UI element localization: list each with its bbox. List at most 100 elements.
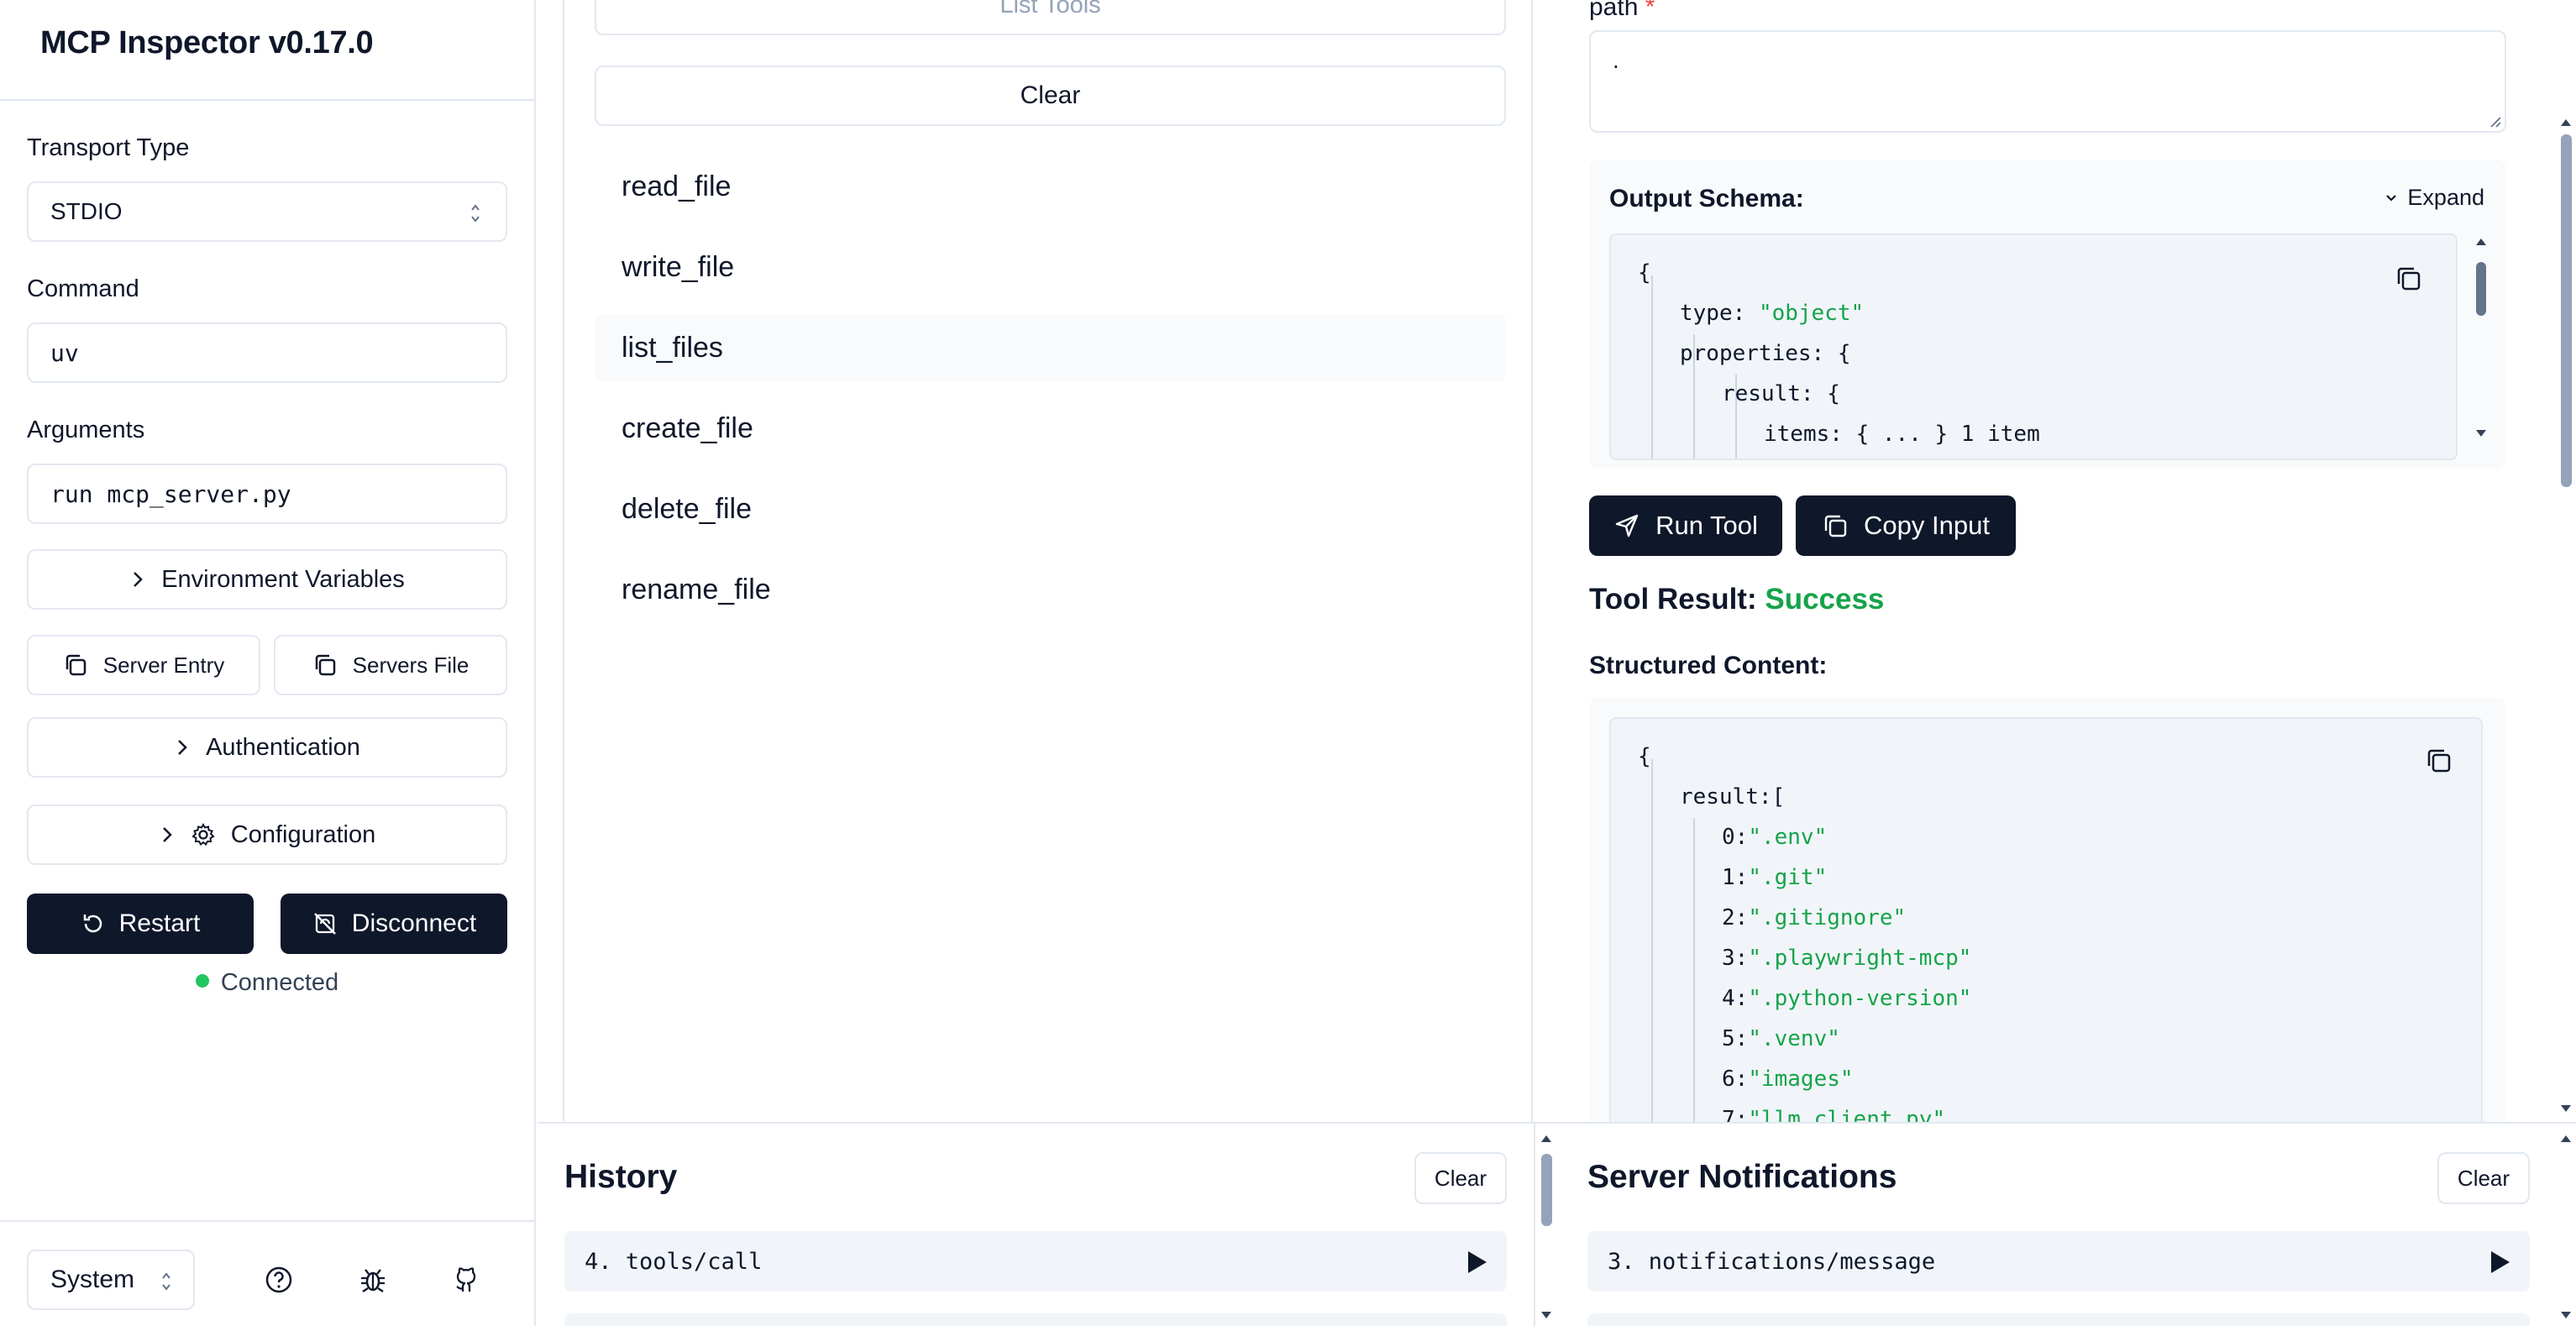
authentication-toggle[interactable]: Authentication (27, 717, 507, 778)
schema-line: { (1638, 260, 1651, 286)
result-line: 0:".env" (1722, 825, 1827, 850)
footer-divider (0, 1220, 534, 1222)
schema-key: properties: (1680, 341, 1825, 366)
result-key: 7: (1722, 1107, 1749, 1122)
result-value: ".env" (1748, 825, 1828, 850)
restart-label: Restart (118, 909, 201, 937)
copy-result-button[interactable] (2422, 744, 2456, 778)
servers-file-button[interactable]: Servers File (274, 635, 507, 695)
disconnect-label: Disconnect (351, 909, 477, 937)
tool-item-delete-file[interactable]: delete_file (595, 475, 1506, 542)
transport-type-select[interactable]: STDIO (27, 181, 507, 242)
chevron-right-icon (162, 827, 172, 842)
app-title: MCP Inspector v0.17.0 (40, 25, 374, 60)
tool-item-read-file[interactable]: read_file (595, 153, 1506, 220)
tool-item-rename-file[interactable]: rename_file (595, 556, 1506, 623)
authentication-label: Authentication (206, 733, 360, 761)
server-entry-button[interactable]: Server Entry (27, 635, 260, 695)
configuration-toggle[interactable]: Configuration (27, 805, 507, 865)
chevron-right-icon (134, 572, 143, 587)
output-schema-section: Output Schema: Expand { type: "object" p… (1589, 160, 2506, 469)
clear-tools-button[interactable]: Clear (595, 66, 1506, 126)
result-line: { (1638, 744, 1651, 769)
result-key: 6: (1722, 1067, 1749, 1092)
structured-content-code: { result:[ 0:".env" 1:".git" 2:".gitigno… (1609, 717, 2483, 1122)
notification-item-partial[interactable] (1587, 1313, 2530, 1326)
expand-button[interactable]: Expand (2384, 185, 2484, 211)
structured-content-section: { result:[ 0:".env" 1:".git" 2:".gitigno… (1589, 697, 2506, 1122)
page-scrollbar[interactable] (2557, 0, 2576, 1122)
servers-file-label: Servers File (352, 652, 470, 678)
disconnect-button[interactable]: Disconnect (281, 894, 507, 954)
result-line: 2:".gitignore" (1722, 905, 1906, 930)
theme-value: System (50, 1266, 135, 1293)
sidebar: MCP Inspector v0.17.0 Transport Type STD… (0, 0, 536, 1326)
schema-value: { (1837, 341, 1851, 366)
command-label: Command (27, 275, 139, 302)
send-icon (1615, 514, 1639, 537)
tools-panel: List Tools Clear read_file write_file li… (563, 0, 1533, 1122)
debug-button[interactable] (354, 1261, 391, 1298)
structured-content-label: Structured Content: (1589, 652, 1828, 679)
play-icon (2491, 1251, 2510, 1273)
result-line: 6:"images" (1722, 1067, 1854, 1092)
result-key: 5: (1722, 1026, 1749, 1051)
result-key: { (1638, 744, 1651, 769)
path-label-text: path (1589, 0, 1639, 21)
environment-variables-toggle[interactable]: Environment Variables (27, 549, 507, 610)
notification-item-label: 3. notifications/message (1608, 1248, 1936, 1275)
play-icon (1468, 1251, 1487, 1273)
notifications-scrollbar[interactable] (2557, 1130, 2575, 1323)
arguments-input[interactable]: run mcp_server.py (27, 464, 507, 524)
tool-item-write-file[interactable]: write_file (595, 233, 1506, 301)
result-line: 7:"llm_client.py" (1722, 1107, 1945, 1122)
schema-scrollbar[interactable] (2473, 233, 2489, 442)
restart-button[interactable]: Restart (27, 894, 254, 954)
schema-value: { (1827, 381, 1840, 406)
notification-item[interactable]: 3. notifications/message (1587, 1231, 2530, 1292)
github-button[interactable] (449, 1261, 485, 1298)
output-schema-code: { type: "object" properties: { result: {… (1609, 233, 2458, 460)
result-value: "llm_client.py" (1748, 1107, 1946, 1122)
configuration-label: Configuration (230, 820, 376, 848)
result-key: 4: (1722, 986, 1749, 1011)
help-button[interactable] (260, 1261, 297, 1298)
status-text: Connected (220, 969, 339, 996)
help-circle-icon (265, 1266, 292, 1293)
tool-item-list-files[interactable]: list_files (595, 314, 1506, 381)
indent-guide (1693, 818, 1695, 1122)
result-key: 0: (1722, 825, 1749, 850)
environment-variables-label: Environment Variables (161, 565, 405, 593)
schema-line: result: { (1722, 381, 1840, 406)
history-scrollbar[interactable] (1537, 1130, 1556, 1323)
schema-key: result: (1722, 381, 1814, 406)
history-item-partial[interactable] (564, 1313, 1507, 1326)
list-tools-button[interactable]: List Tools (595, 0, 1506, 35)
command-input[interactable]: uv (27, 322, 507, 383)
path-textarea[interactable]: . (1589, 30, 2506, 133)
history-item[interactable]: 4. tools/call (564, 1231, 1507, 1292)
schema-line: properties: { (1680, 341, 1851, 366)
required-mark: * (1645, 0, 1655, 21)
result-line: 4:".python-version" (1722, 986, 1971, 1011)
theme-select[interactable]: System (27, 1250, 195, 1310)
run-tool-button[interactable]: Run Tool (1589, 495, 1782, 556)
clear-history-button[interactable]: Clear (1414, 1152, 1507, 1204)
path-value: . (1613, 47, 1619, 73)
server-entry-label: Server Entry (102, 652, 225, 678)
tool-item-create-file[interactable]: create_file (595, 395, 1506, 462)
result-value: ".playwright-mcp" (1748, 946, 1972, 971)
transport-type-label: Transport Type (27, 134, 190, 161)
server-notifications-panel: Server Notifications Clear 3. notificati… (1561, 1124, 2576, 1326)
copy-input-button[interactable]: Copy Input (1796, 495, 2016, 556)
clear-notifications-button[interactable]: Clear (2437, 1152, 2530, 1204)
copy-schema-button[interactable] (2392, 262, 2426, 296)
chevron-right-icon (178, 740, 187, 755)
gear-icon (191, 822, 215, 846)
result-value: "images" (1748, 1067, 1854, 1092)
tool-detail-panel: path * . Output Schema: Expand { type: "… (1561, 0, 2526, 1122)
expand-label: Expand (2407, 185, 2484, 210)
result-value: ".python-version" (1748, 986, 1972, 1011)
transport-type-value: STDIO (50, 198, 123, 224)
resize-grip-icon[interactable] (2488, 114, 2501, 128)
